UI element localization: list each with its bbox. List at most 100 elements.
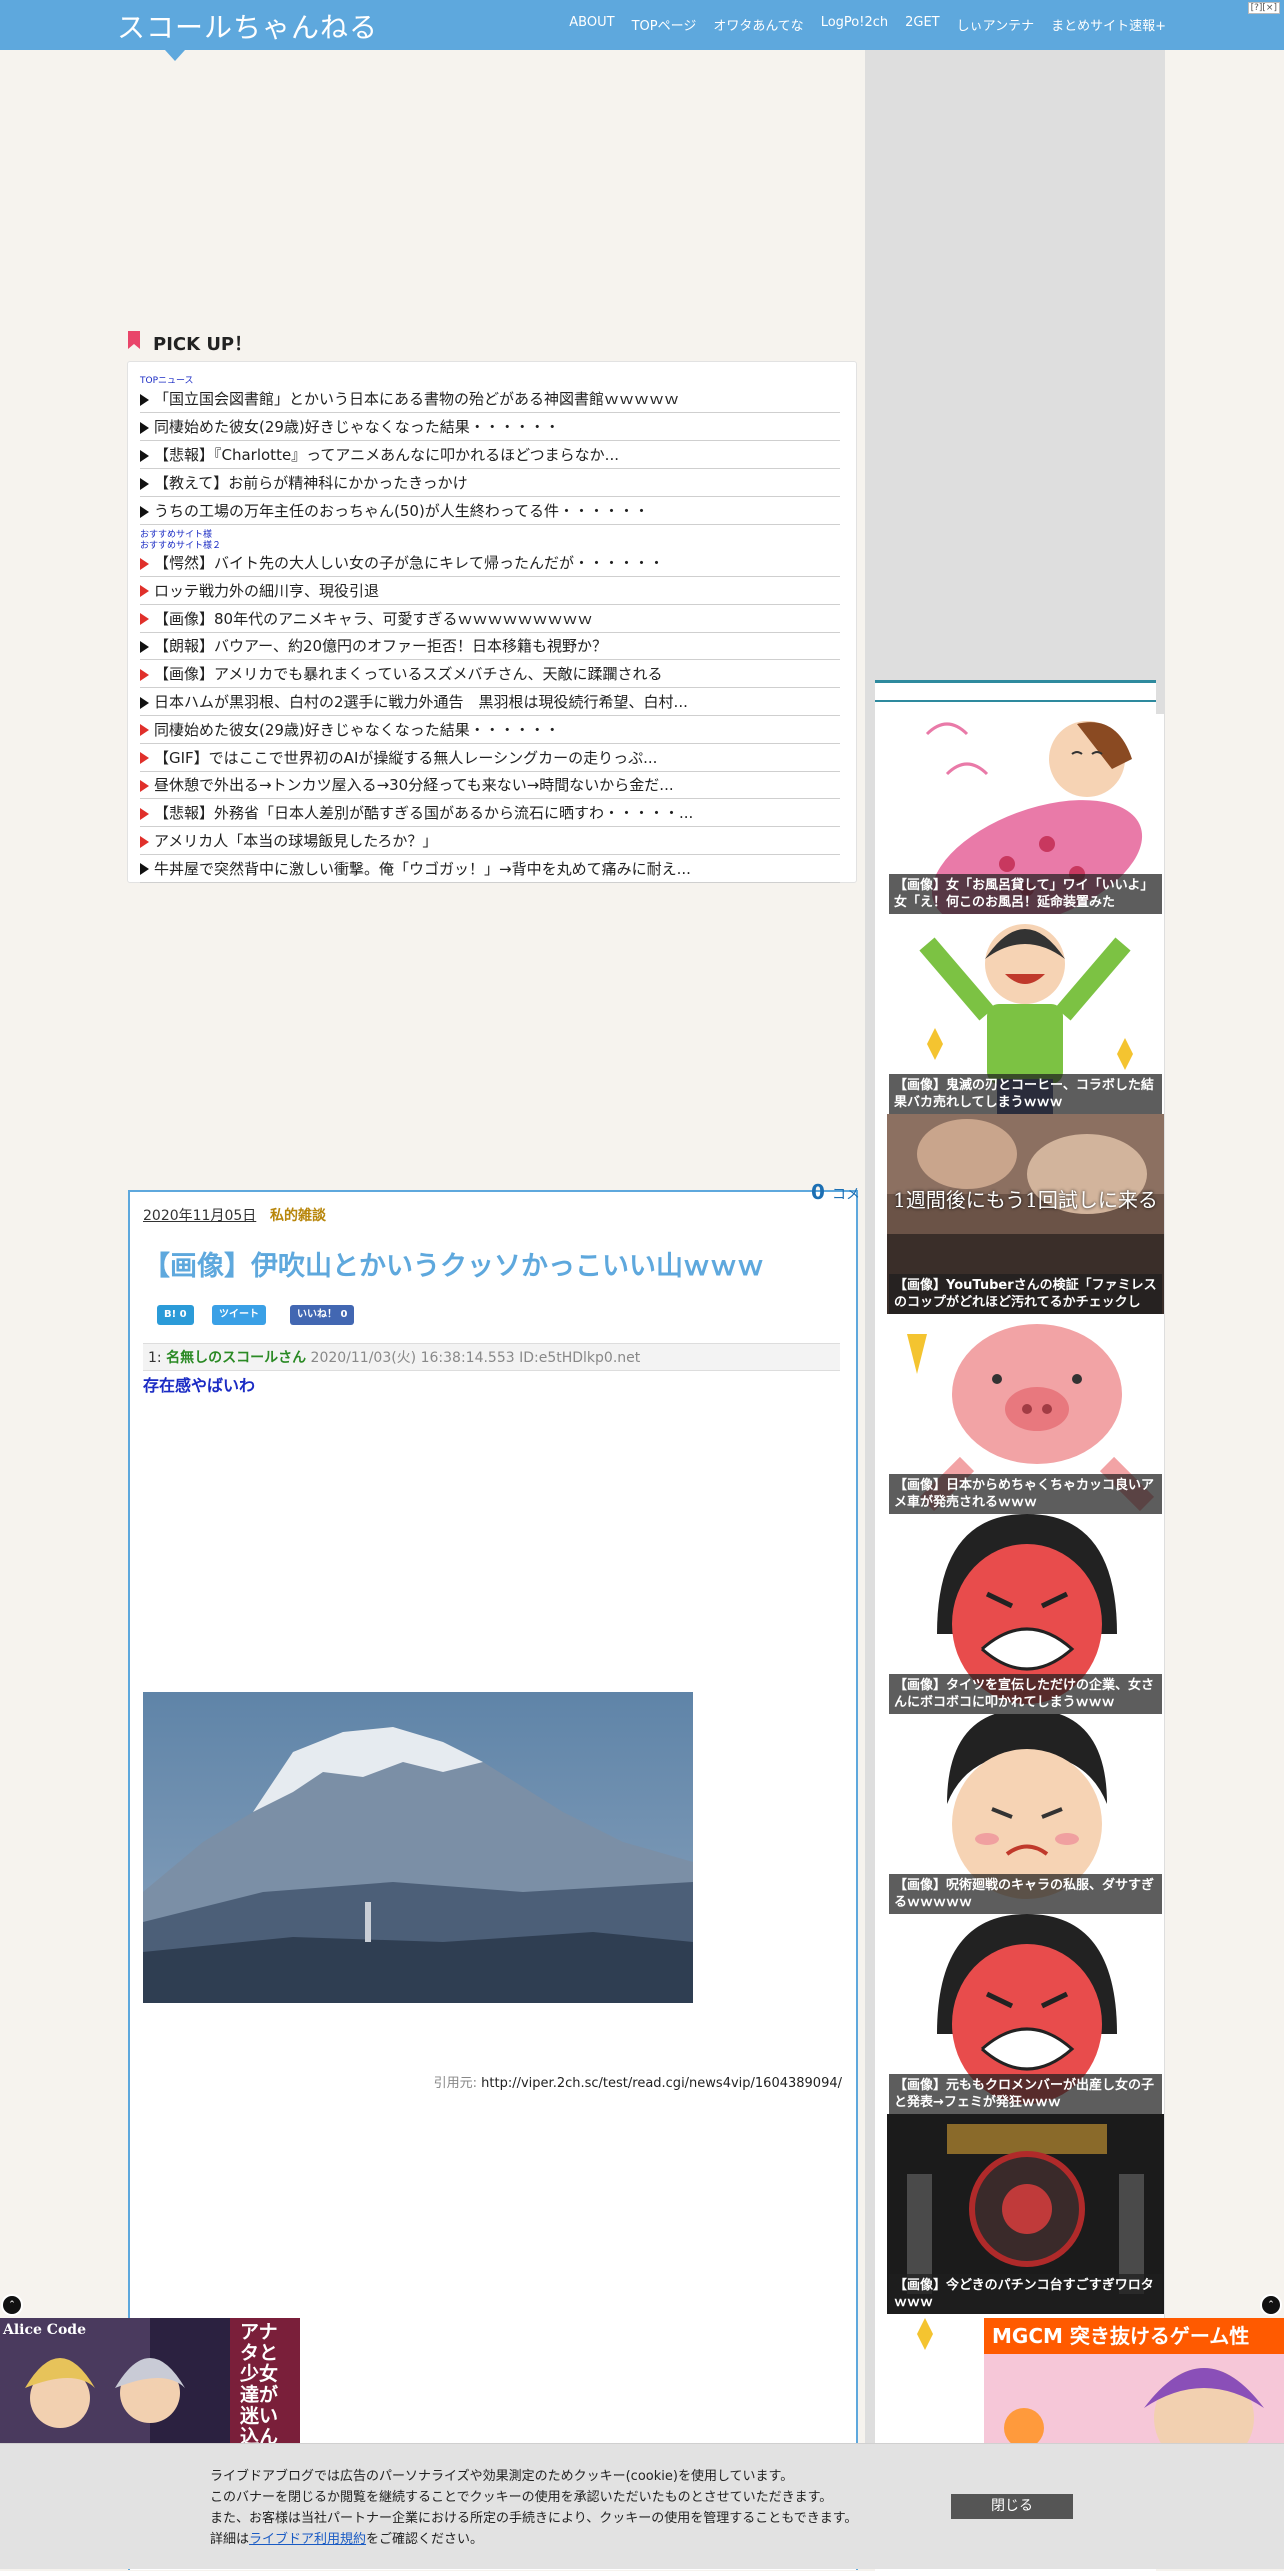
sidebar-card-caption: 【画像】呪術廻戦のキャラの私服、ダサすぎるｗｗｗｗｗ (889, 1874, 1162, 1914)
title-notch (165, 50, 185, 61)
sidebar-article-card[interactable]: 1週間後にもう1回試しに来る 【画像】YouTuberさんの検証「ファミレスのコ… (887, 1114, 1164, 1314)
pickup-item-label: アメリカ人「本当の球場飯見したろか？」 (154, 832, 438, 850)
pickup-item-label: 同棲始めた彼女(29歳)好きじゃなくなった結果・・・・・・ (154, 720, 560, 739)
pickup-item-label: 日本ハムが黒羽根、白村の2選手に戦力外通告 黒羽根は現役続行希望、白村... (154, 693, 688, 711)
triangle-bullet-icon (140, 585, 149, 598)
triangle-bullet-icon (140, 668, 149, 681)
article-date[interactable]: 2020年11月05日 (143, 1205, 256, 1225)
ad-left-text: アナタと少女達が迷い込ん (240, 2321, 279, 2446)
triangle-bullet-icon (140, 393, 149, 406)
pickup-item-label: 【画像】アメリカでも暴れまくっているスズメバチさん、天敵に蹂躙される (154, 665, 663, 684)
comment-link[interactable]: コメ (832, 1184, 860, 1204)
triangle-bullet-icon (140, 640, 149, 653)
hatena-bookmark-button[interactable]: B! 0 (157, 1305, 194, 1325)
pickup-item[interactable]: 牛丼屋で突然背中に激しい衝撃。俺「ウゴガッ！」→背中を丸めて痛みに耐え... (140, 856, 840, 883)
triangle-bullet-icon (140, 477, 149, 490)
nav-about[interactable]: ABOUT (569, 15, 614, 34)
sidebar-card-caption: 【画像】今どきのパチンコ台すごすぎワロタｗｗｗ (889, 2274, 1162, 2314)
nav-2get[interactable]: 2GET (905, 15, 940, 34)
pickup-item-label: 「国立国会図書館」とかいう日本にある書物の殆どがある神図書館ｗｗｗｗｗ (154, 390, 680, 408)
sidebar-article-card[interactable]: 【画像】タイツを宣伝しただけの企業、女さんにボコボコに叩かれてしまうｗｗｗ (887, 1514, 1164, 1714)
sidebar-article-card[interactable]: 【画像】鬼滅の刃とコーヒー、コラボした結果バカ売れしてしまうｗｗｗ (887, 914, 1164, 1114)
pickup-item-label: 【悲報】『Charlotte』ってアニメあんなに叩かれるほどつまらなか... (154, 446, 619, 464)
triangle-bullet-icon (140, 557, 149, 570)
triangle-bullet-icon (140, 807, 149, 820)
sidebar-article-card[interactable]: 【画像】元ももクロメンバーが出産し女の子と発表→フェミが発狂ｗｗｗ (887, 1914, 1164, 2114)
pickup-item[interactable]: 「国立国会図書館」とかいう日本にある書物の殆どがある神図書館ｗｗｗｗｗ (140, 386, 840, 413)
sidebar-article-card[interactable]: 【画像】日本からめちゃくちゃカッコ良いアメ車が発売されるｗｗｗ (887, 1314, 1164, 1514)
ad-right-banner-text: MGCM 突き抜けるゲーム性 (984, 2318, 1284, 2354)
triangle-bullet-icon (140, 421, 149, 434)
pickup-item[interactable]: ロッテ戦力外の細川亨、現役引退 (140, 578, 840, 605)
pickup-item[interactable]: 【画像】80年代のアニメキャラ、可愛すぎるｗｗｗｗｗｗｗｗｗ (140, 606, 840, 633)
sidebar-card-caption: 【画像】日本からめちゃくちゃカッコ良いアメ車が発売されるｗｗｗ (889, 1474, 1162, 1514)
nav-shii-antenna[interactable]: しぃアンテナ (957, 15, 1034, 34)
triangle-bullet-icon (140, 863, 149, 876)
article-title[interactable]: 【画像】伊吹山とかいうクッソかっこいい山ｗｗｗ (143, 1244, 764, 1283)
pickup-item[interactable]: 昼休憩で外出る→トンカツ屋入る→30分経っても来ない→時間ないから金だ... (140, 772, 840, 800)
ad-close-right-button[interactable]: ⌃ (1260, 2294, 1282, 2316)
cookie-line: このバナーを閉じるか閲覧を継続することでクッキーの使用を承認いただいたものとさせ… (210, 2490, 833, 2505)
global-nav: ABOUT TOPページ オワタあんてな LogPo!2ch 2GET しぃアン… (552, 15, 1166, 34)
nav-owata-antenna[interactable]: オワタあんてな (713, 15, 803, 34)
sidebar-article-card[interactable]: 【画像】呪術廻戦のキャラの私服、ダサすぎるｗｗｗｗｗ (887, 1714, 1164, 1914)
pickup-box: TOPニュース 「国立国会図書館」とかいう日本にある書物の殆どがある神図書館ｗｗ… (127, 361, 857, 883)
sidebar-card-caption: 【画像】女「お風呂貸して」ワイ「いいよ」女「え！何このお風呂！延命装置みた (889, 874, 1162, 914)
triangle-bullet-icon (140, 505, 149, 518)
cookie-line: また、お客様は当社パートナー企業における所定の手続きにより、クッキーの使用を管理… (210, 2511, 858, 2526)
response-header: 1: 名無しのスコールさん 2020/11/03(火) 16:38:14.553… (143, 1343, 840, 1371)
ad-banner-right[interactable]: MGCM 突き抜けるゲーム性 (984, 2318, 1284, 2445)
article-category[interactable]: 私的雑談 (270, 1205, 326, 1225)
source-url[interactable]: http://viper.2ch.sc/test/read.cgi/news4v… (481, 2076, 842, 2091)
comment-count[interactable]: 0 (811, 1180, 825, 1204)
pickup-item[interactable]: うちの工場の万年主任のおっちゃん(50)が人生終わってる件・・・・・・ (140, 498, 840, 525)
pickup-item-label: ロッテ戦力外の細川亨、現役引退 (154, 581, 380, 600)
mountain-photo-icon[interactable] (143, 1692, 693, 2003)
sidebar-card-caption: 【画像】YouTuberさんの検証「ファミレスのコップがどれほど汚れてるかチェッ… (889, 1274, 1162, 1314)
pickup-section-label: TOPニュース (140, 376, 194, 386)
pickup-item[interactable]: 【教えて】お前らが精神科にかかったきっかけ (140, 470, 840, 497)
cookie-line: 詳細はライブドア利用規約をご確認ください。 (210, 2529, 857, 2550)
triangle-bullet-icon (140, 835, 149, 848)
pickup-item[interactable]: 【悲報】外務省「日本人差別が酷すぎる国があるから流石に晒すわ・・・・・... (140, 800, 840, 828)
header-bar: スコールちゃんねる ABOUT TOPページ オワタあんてな LogPo!2ch… (0, 0, 1284, 50)
pickup-item-label: 【悲報】外務省「日本人差別が酷すぎる国があるから流石に晒すわ・・・・・... (154, 804, 694, 823)
nav-top[interactable]: TOPページ (632, 15, 697, 34)
video-subtitle-overlay: 1週間後にもう1回試しに来る (893, 1188, 1158, 1212)
response-number: 1: (148, 1350, 162, 1366)
pickup-item-label: 【朗報】バウアー、約20億円のオファー拒否！日本移籍も視野か？ (154, 637, 608, 656)
pickup-item[interactable]: 【朗報】バウアー、約20億円のオファー拒否！日本移籍も視野か？ (140, 633, 840, 661)
response-meta: 2020/11/03(火) 16:38:14.553 ID:e5tHDlkp0.… (310, 1350, 641, 1366)
pickup-item[interactable]: 【画像】アメリカでも暴れまくっているスズメバチさん、天敵に蹂躙される (140, 661, 840, 689)
nav-matome-sokuhou[interactable]: まとめサイト速報+ (1051, 15, 1166, 34)
triangle-bullet-icon (140, 696, 149, 709)
sidebar-article-card[interactable]: 【画像】今どきのパチンコ台すごすぎワロタｗｗｗ (887, 2114, 1164, 2314)
response-body: 存在感やばいわ (143, 1376, 256, 1395)
triangle-bullet-icon (140, 613, 149, 626)
source-label: 引用元: (433, 2076, 478, 2091)
ad-close-left-button[interactable]: ⌃ (1, 2294, 23, 2316)
ad-banner-left[interactable]: Alice Code アナタと少女達が迷い込ん (0, 2318, 300, 2445)
cookie-close-button[interactable]: 閉じる (951, 2494, 1073, 2519)
ad-info-tag[interactable]: [?][×] (1247, 2, 1280, 14)
pickup-item-label: 【GIF】ではここで世界初のAIが操縦する無人レーシングカーの走りっぷ... (154, 748, 658, 767)
triangle-bullet-icon (140, 779, 149, 792)
triangle-bullet-icon (140, 724, 149, 737)
nav-logpo[interactable]: LogPo!2ch (821, 15, 888, 34)
pickup-item[interactable]: 【愕然】バイト先の大人しい女の子が急にキレて帰ったんだが・・・・・・ (140, 550, 840, 577)
pickup-item[interactable]: 日本ハムが黒羽根、白村の2選手に戦力外通告 黒羽根は現役続行希望、白村... (140, 689, 840, 716)
facebook-like-button[interactable]: いいね！ 0 (290, 1305, 355, 1325)
terms-link[interactable]: ライブドア利用規約 (249, 2532, 366, 2547)
sidebar-article-card[interactable]: 【画像】女「お風呂貸して」ワイ「いいよ」女「え！何このお風呂！延命装置みた (887, 714, 1164, 914)
pickup-item[interactable]: アメリカ人「本当の球場飯見したろか？」 (140, 828, 840, 855)
pickup-item-label: 同棲始めた彼女(29歳)好きじゃなくなった結果・・・・・・ (154, 418, 560, 436)
pickup-item[interactable]: 同棲始めた彼女(29歳)好きじゃなくなった結果・・・・・・ (140, 717, 840, 744)
pickup-item[interactable]: 【GIF】ではここで世界初のAIが操縦する無人レーシングカーの走りっぷ... (140, 745, 840, 772)
tweet-button[interactable]: ツイート (212, 1305, 266, 1325)
cookie-line-suffix: をご確認ください。 (366, 2532, 484, 2547)
pickup-item[interactable]: 【悲報】『Charlotte』ってアニメあんなに叩かれるほどつまらなか... (140, 442, 840, 469)
cookie-line-prefix: 詳細は (210, 2532, 250, 2547)
pickup-item[interactable]: 同棲始めた彼女(29歳)好きじゃなくなった結果・・・・・・ (140, 414, 840, 441)
cookie-consent-banner: ライブドアブログでは広告のパーソナライズや効果測定のためクッキー(cookie)… (0, 2443, 1284, 2569)
site-title[interactable]: スコールちゃんねる (117, 6, 378, 46)
